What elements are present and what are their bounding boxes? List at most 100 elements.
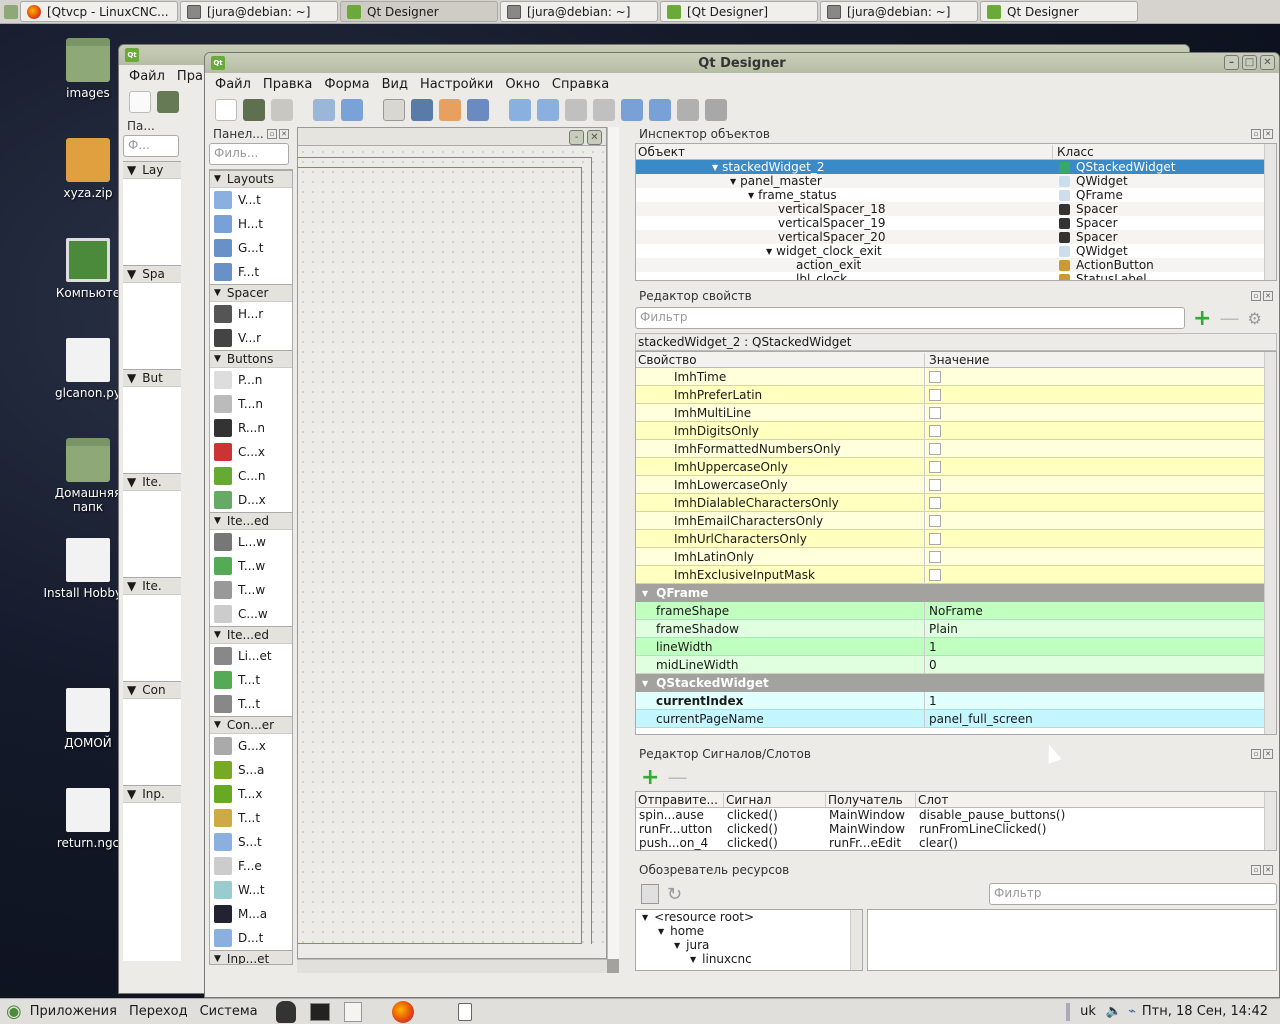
property-row[interactable]: ImhTime xyxy=(636,368,1264,386)
new-form-icon[interactable] xyxy=(215,99,237,121)
flag-checkbox[interactable] xyxy=(929,550,941,563)
property-row[interactable]: midLineWidth 0 xyxy=(636,656,1264,674)
property-row[interactable]: ImhDigitsOnly xyxy=(636,422,1264,440)
menu-item[interactable]: Файл xyxy=(209,77,257,92)
edit-signals-slots-icon[interactable] xyxy=(411,99,433,121)
property-row[interactable]: lineWidth 1 xyxy=(636,638,1264,656)
widget-item[interactable]: W...t xyxy=(210,878,292,902)
layout-h-splitter-icon[interactable] xyxy=(565,99,587,121)
widget-item[interactable]: T...w xyxy=(210,578,292,602)
property-row[interactable]: frameShape NoFrame xyxy=(636,602,1264,620)
terminal-launcher-icon[interactable] xyxy=(309,1002,330,1021)
text-editor-icon[interactable] xyxy=(343,1001,362,1022)
maximize-button[interactable]: □ xyxy=(1242,55,1257,70)
send-to-back-icon[interactable] xyxy=(313,99,335,121)
canvas-h-scrollbar[interactable] xyxy=(297,959,607,973)
flag-checkbox[interactable] xyxy=(929,532,941,545)
widget-item[interactable]: S...a xyxy=(210,758,292,782)
configure-icon[interactable]: ⚙ xyxy=(1247,309,1261,328)
add-property-icon[interactable]: + xyxy=(1193,306,1211,331)
taskbar-tab[interactable]: [Qt Designer] xyxy=(660,1,818,22)
property-row[interactable]: ImhLatinOnly xyxy=(636,548,1264,566)
property-value[interactable]: Plain xyxy=(925,620,1264,637)
menu-places[interactable]: Переход xyxy=(129,1004,188,1019)
widget-item[interactable]: H...r xyxy=(210,302,292,326)
widget-category[interactable]: ▼ Spa xyxy=(123,265,181,283)
widget-item[interactable]: T...t xyxy=(210,668,292,692)
minimize-button[interactable]: – xyxy=(1224,55,1239,70)
tree-row[interactable]: verticalSpacer_20 Spacer xyxy=(636,230,1264,244)
widget-category[interactable]: ▼ Lay xyxy=(123,161,181,179)
property-row[interactable]: ImhUrlCharactersOnly xyxy=(636,530,1264,548)
property-row[interactable]: currentPageName panel_full_screen xyxy=(636,710,1264,728)
resource-view[interactable] xyxy=(867,909,1277,971)
widget-category-0[interactable]: ▼ Layouts xyxy=(210,170,292,188)
layout-vertical-icon[interactable] xyxy=(537,99,559,121)
edit-tab-order-icon[interactable] xyxy=(467,99,489,121)
close-button[interactable]: ✕ xyxy=(1260,55,1275,70)
edit-widgets-icon[interactable] xyxy=(383,99,405,121)
property-row[interactable]: ImhFormattedNumbersOnly xyxy=(636,440,1264,458)
form-canvas[interactable] xyxy=(298,147,606,944)
widget-item[interactable]: T...x xyxy=(210,782,292,806)
break-layout-icon[interactable] xyxy=(677,99,699,121)
column-header[interactable]: Слот xyxy=(916,793,948,807)
float-icon[interactable]: ▫ xyxy=(1251,291,1261,301)
widget-filter-input[interactable]: Филь... xyxy=(209,143,289,165)
close-icon[interactable]: ✕ xyxy=(1263,291,1273,301)
bring-to-front-icon[interactable] xyxy=(341,99,363,121)
show-desktop-icon[interactable] xyxy=(4,4,18,19)
clock[interactable]: Птн, 18 Сен, 14:42 xyxy=(1142,1004,1268,1019)
property-row[interactable]: ImhDialableCharactersOnly xyxy=(636,494,1264,512)
property-filter-input[interactable]: Фильтр xyxy=(635,307,1185,329)
layout-grid-icon[interactable] xyxy=(621,99,643,121)
form-close-button[interactable]: ✕ xyxy=(587,130,602,145)
tree-row[interactable]: action_exit ActionButton xyxy=(636,258,1264,272)
taskbar-tab[interactable]: [jura@debian: ~] xyxy=(180,1,338,22)
column-header[interactable]: Сигнал xyxy=(724,792,826,807)
connection-row[interactable]: push...on_4 clicked() runFr...eEdit clear() xyxy=(636,836,1264,850)
widget-item[interactable]: V...t xyxy=(210,188,292,212)
property-value[interactable]: 0 xyxy=(925,656,1264,673)
flag-checkbox[interactable] xyxy=(929,388,941,401)
form-minimize-button[interactable]: - xyxy=(569,130,584,145)
widget-item[interactable]: F...t xyxy=(210,260,292,284)
connection-row[interactable]: runFr...utton clicked() MainWindow runFromL… xyxy=(636,822,1264,836)
widget-category-1[interactable]: ▼ Spacer xyxy=(210,284,292,302)
resource-tree-scrollbar[interactable] xyxy=(850,910,862,970)
widget-filter-input[interactable]: Ф... xyxy=(123,135,179,157)
flag-checkbox[interactable] xyxy=(929,442,941,455)
widget-item[interactable]: P...n xyxy=(210,368,292,392)
widget-item[interactable]: T...t xyxy=(210,806,292,830)
resource-tree-item[interactable]: ▼ home xyxy=(636,924,850,938)
edit-resources-icon[interactable] xyxy=(641,884,659,904)
widget-category-4[interactable]: ▼ Ite...ed xyxy=(210,626,292,644)
flag-checkbox[interactable] xyxy=(929,460,941,473)
menu-item[interactable]: Правка xyxy=(257,77,318,92)
property-value[interactable]: NoFrame xyxy=(925,602,1264,619)
widget-item[interactable]: M...a xyxy=(210,902,292,926)
tux-icon[interactable] xyxy=(275,1000,296,1023)
flag-checkbox[interactable] xyxy=(929,406,941,419)
widget-item[interactable]: Li...et xyxy=(210,644,292,668)
keyboard-layout[interactable]: uk xyxy=(1080,1004,1096,1019)
column-header[interactable]: Отправите... xyxy=(636,792,724,807)
flag-checkbox[interactable] xyxy=(929,478,941,491)
property-value[interactable]: 1 xyxy=(925,692,1264,709)
reload-icon[interactable]: ↻ xyxy=(667,884,682,905)
tree-row[interactable]: ▼ panel_master QWidget xyxy=(636,174,1264,188)
expand-arrow-icon[interactable]: ▼ xyxy=(674,941,680,950)
widget-item[interactable]: L...w xyxy=(210,530,292,554)
layout-v-splitter-icon[interactable] xyxy=(593,99,615,121)
property-group-QFrame[interactable]: ▼ QFrame xyxy=(636,584,1264,602)
widget-category[interactable]: ▼ Con xyxy=(123,681,181,699)
property-row[interactable]: frameShadow Plain xyxy=(636,620,1264,638)
property-row[interactable]: currentIndex 1 xyxy=(636,692,1264,710)
property-value[interactable]: panel_full_screen xyxy=(925,710,1264,727)
widget-item[interactable]: C...n xyxy=(210,464,292,488)
widget-item[interactable]: T...w xyxy=(210,554,292,578)
layout-horizontal-icon[interactable] xyxy=(509,99,531,121)
property-row[interactable]: ImhMultiLine xyxy=(636,404,1264,422)
widget-item[interactable]: S...t xyxy=(210,830,292,854)
connection-row[interactable]: spin...ause clicked() MainWindow disable_pa… xyxy=(636,808,1264,822)
